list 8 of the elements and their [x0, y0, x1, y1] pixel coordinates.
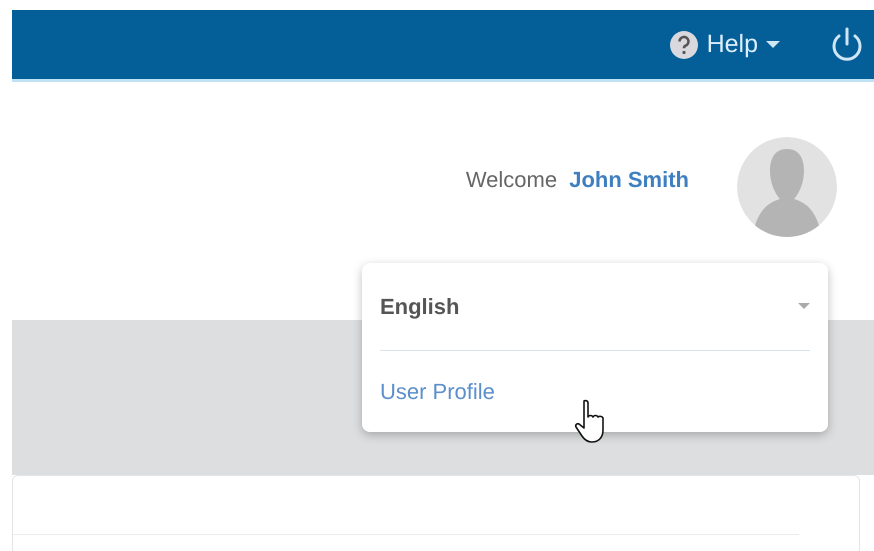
power-icon[interactable] [830, 26, 864, 64]
help-icon [668, 30, 699, 60]
help-menu-button[interactable]: Help [706, 26, 780, 64]
caret-icon [766, 40, 780, 48]
menu-item[interactable]: User Profile [380, 375, 495, 408]
welcome-text: Welcome John Smith [466, 166, 689, 194]
language-select[interactable]: English [380, 263, 810, 351]
caret-icon [798, 303, 810, 310]
